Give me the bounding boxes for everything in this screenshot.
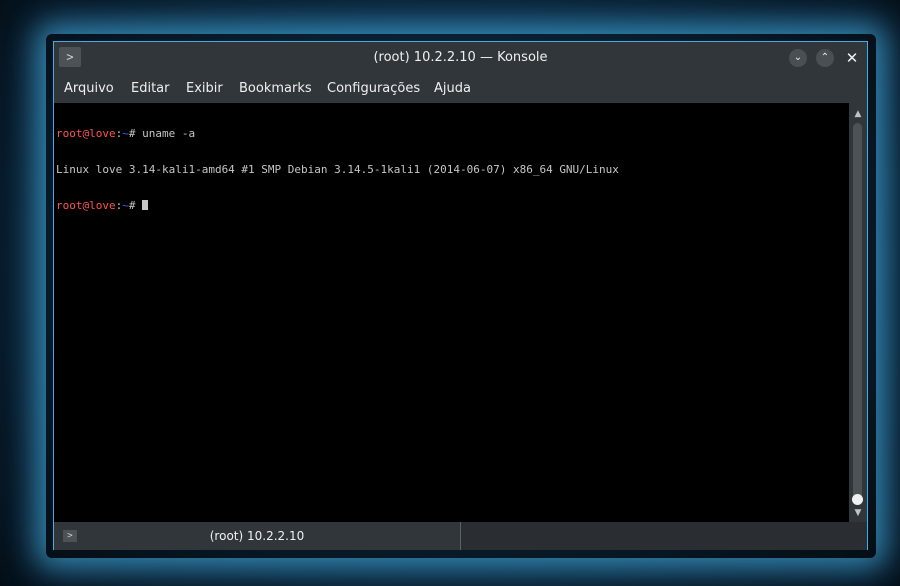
terminal-line: root@love:~# uname -a	[56, 128, 849, 140]
menu-bar: Arquivo Editar Exibir Bookmarks Configur…	[54, 74, 867, 104]
prompt-path: ~	[122, 127, 129, 140]
arrow-down-icon: ▼	[854, 508, 862, 518]
tab-root-session[interactable]: > (root) 10.2.2.10	[54, 522, 461, 550]
prompt-symbol: #	[128, 199, 143, 212]
maximize-button[interactable]: ⌃	[816, 49, 834, 67]
terminal-line: root@love:~#	[56, 200, 849, 212]
window-title: (root) 10.2.2.10 — Konsole	[373, 50, 548, 65]
terminal-line: Linux love 3.14-kali1-amd64 #1 SMP Debia…	[56, 164, 849, 176]
menu-configuracoes[interactable]: Configurações	[327, 74, 420, 104]
konsole-window: > (root) 10.2.2.10 — Konsole ⌄ ⌃ ✕ Arqui…	[53, 41, 868, 550]
menu-arquivo[interactable]: Arquivo	[64, 74, 114, 104]
scroll-track[interactable]	[853, 123, 862, 505]
prompt-user-host: root@love	[56, 199, 116, 212]
scroll-handle[interactable]	[852, 494, 863, 505]
scroll-down-button[interactable]: ▼	[849, 506, 867, 520]
terminal-output[interactable]: root@love:~# uname -a Linux love 3.14-ka…	[54, 103, 849, 522]
prompt-user-host: root@love	[56, 127, 116, 140]
menu-ajuda[interactable]: Ajuda	[434, 74, 471, 104]
close-button[interactable]: ✕	[843, 49, 861, 67]
chevron-down-icon: ⌄	[793, 52, 803, 63]
menu-editar[interactable]: Editar	[131, 74, 170, 104]
title-bar[interactable]: > (root) 10.2.2.10 — Konsole ⌄ ⌃ ✕	[54, 42, 867, 74]
vertical-scrollbar[interactable]: ▲ ▼	[849, 103, 867, 522]
minimize-button[interactable]: ⌄	[789, 49, 807, 67]
prompt-symbol: #	[128, 127, 143, 140]
prompt-path: ~	[122, 199, 129, 212]
tab-bar: > (root) 10.2.2.10	[54, 522, 867, 550]
command-output: Linux love 3.14-kali1-amd64 #1 SMP Debia…	[56, 163, 619, 176]
chevron-up-icon: ⌃	[820, 52, 830, 63]
close-icon: ✕	[845, 49, 859, 67]
text-cursor	[142, 200, 149, 210]
tab-label: (root) 10.2.2.10	[209, 529, 305, 543]
scroll-up-button[interactable]: ▲	[849, 107, 867, 121]
menu-bookmarks[interactable]: Bookmarks	[239, 74, 312, 104]
command-text: uname -a	[142, 127, 196, 140]
arrow-up-icon: ▲	[854, 109, 862, 119]
menu-exibir[interactable]: Exibir	[186, 74, 223, 104]
